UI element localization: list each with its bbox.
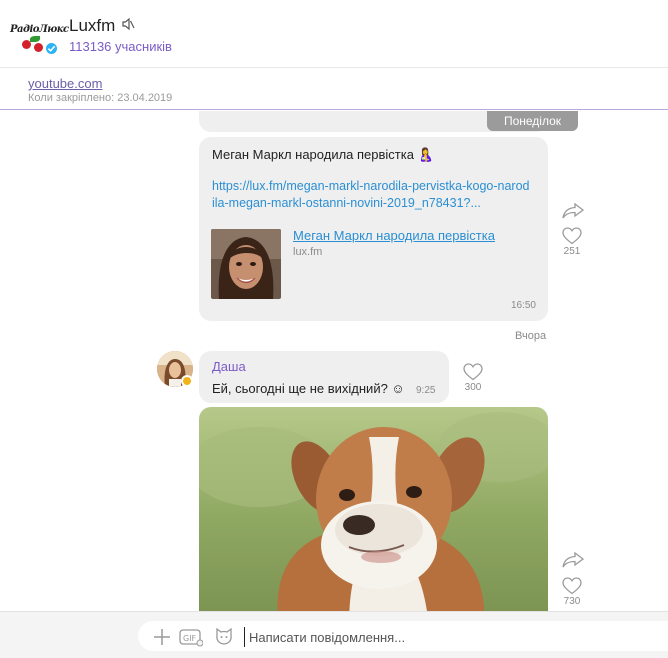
share-icon[interactable]: [562, 551, 585, 568]
pinned-date: Коли закріплено: 23.04.2019: [28, 92, 173, 104]
message-author[interactable]: Даша: [212, 359, 246, 374]
verified-icon: [44, 41, 59, 56]
message-text: Меган Маркл народила первістка 🤱: [212, 147, 434, 162]
share-icon[interactable]: [562, 202, 585, 219]
message-time: 9:25: [416, 385, 436, 396]
message-bubble[interactable]: Меган Маркл народила первістка 🤱 https:/…: [199, 137, 548, 321]
speaker-muted-icon: [121, 16, 135, 36]
message-input[interactable]: [244, 627, 644, 647]
members-count[interactable]: 113136 учасників: [69, 39, 172, 54]
plus-icon[interactable]: [152, 627, 172, 647]
message-bubble[interactable]: Даша Ей, сьогодні ще не вихідний? ☺ 9:25: [199, 351, 449, 403]
logo-text: РадіоЛюкс: [10, 24, 69, 35]
channel-name: Luxfm: [69, 16, 116, 35]
date-separator: Вчора: [515, 330, 547, 342]
like-count: 730: [563, 596, 581, 607]
like-icon[interactable]: [562, 227, 582, 245]
like-icon[interactable]: [562, 577, 582, 595]
logo-cherry: [22, 40, 31, 49]
logo-cherry: [34, 43, 43, 52]
day-label: Понеділок: [487, 111, 578, 131]
logo-leaf: [30, 36, 40, 42]
star-badge-icon: [181, 375, 193, 387]
pinned-link[interactable]: youtube.com: [28, 76, 102, 91]
sticker-icon[interactable]: [214, 627, 234, 647]
message-text: Ей, сьогодні ще не вихідний? ☺: [212, 381, 405, 396]
message-time: 16:50: [510, 300, 536, 311]
like-count: 251: [563, 246, 581, 257]
link-preview-title[interactable]: Меган Маркл народила первістка: [293, 228, 495, 243]
chat-header: РадіоЛюкс Luxfm 113136 учасників: [0, 0, 668, 68]
svg-text:GIF: GIF: [183, 634, 197, 643]
message-composer: GIF: [0, 611, 668, 658]
channel-title[interactable]: Luxfm: [69, 16, 135, 36]
photo-message[interactable]: [199, 407, 548, 611]
link-preview-image[interactable]: [211, 229, 281, 299]
gif-icon[interactable]: GIF: [179, 627, 204, 647]
pinned-message[interactable]: youtube.com Коли закріплено: 23.04.2019: [0, 69, 668, 110]
like-icon[interactable]: [463, 363, 483, 381]
link-preview-domain: lux.fm: [293, 246, 323, 258]
like-count: 300: [464, 382, 482, 393]
chat-area[interactable]: Понеділок Меган Маркл народила первістка…: [0, 111, 668, 611]
message-link[interactable]: https://lux.fm/megan-markl-narodila-perv…: [212, 178, 532, 212]
